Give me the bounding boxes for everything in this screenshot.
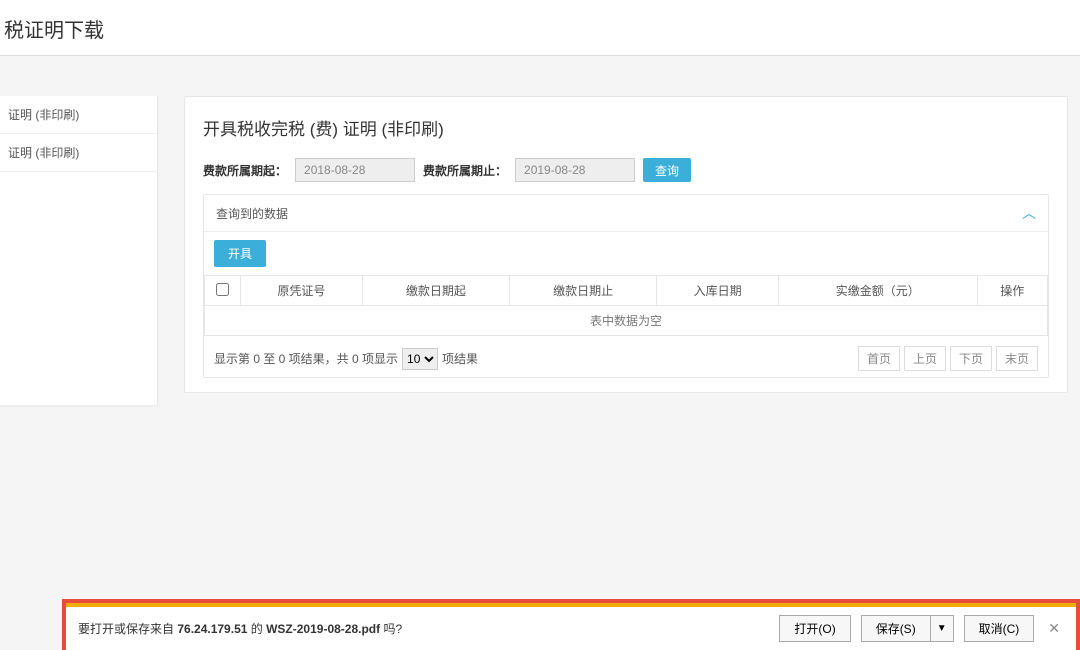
sidebar-item-cert1[interactable]: 证明 (非印刷) [0, 96, 157, 134]
from-label: 费款所属期起： [203, 162, 287, 179]
results-table: 原凭证号 缴款日期起 缴款日期止 入库日期 实缴金额（元） 操作 表中数据为空 [204, 275, 1048, 336]
pager-info-after: 项结果 [442, 350, 478, 367]
col-pay-end: 缴款日期止 [509, 276, 656, 306]
issue-button[interactable]: 开具 [214, 240, 266, 267]
panel-title: 开具税收完税 (费) 证明 (非印刷) [203, 115, 1049, 140]
caret-down-icon: ▼ [937, 623, 947, 634]
download-host: 76.24.179.51 [177, 622, 247, 636]
pager-info-before: 显示第 0 至 0 项结果，共 0 项显示 [214, 350, 398, 367]
cancel-button[interactable]: 取消(C) [964, 615, 1035, 642]
empty-row: 表中数据为空 [205, 306, 1048, 336]
save-dropdown-button[interactable]: ▼ [930, 615, 954, 642]
page-size-select[interactable]: 10 [402, 348, 438, 370]
select-all-checkbox[interactable] [216, 283, 229, 296]
col-voucher: 原凭证号 [241, 276, 363, 306]
page-title: 税证明下载 [0, 0, 1080, 56]
page-last-button[interactable]: 末页 [996, 346, 1038, 371]
main-panel: 开具税收完税 (费) 证明 (非印刷) 费款所属期起： 费款所属期止： 查询 查… [184, 96, 1068, 393]
page-prev-button[interactable]: 上页 [904, 346, 946, 371]
page-first-button[interactable]: 首页 [858, 346, 900, 371]
page-next-button[interactable]: 下页 [950, 346, 992, 371]
to-label: 费款所属期止： [423, 162, 507, 179]
sidebar-item-cert2[interactable]: 证明 (非印刷) [0, 134, 157, 172]
query-button[interactable]: 查询 [643, 158, 691, 182]
data-header-title: 查询到的数据 [216, 205, 288, 222]
from-date-input[interactable] [295, 158, 415, 182]
col-storage-date: 入库日期 [657, 276, 779, 306]
filter-bar: 费款所属期起： 费款所属期止： 查询 [203, 158, 1049, 182]
col-action: 操作 [977, 276, 1048, 306]
close-icon[interactable]: ✕ [1044, 620, 1064, 637]
download-filename: WSZ-2019-08-28.pdf [266, 622, 380, 636]
download-message: 要打开或保存来自 76.24.179.51 的 WSZ-2019-08-28.p… [78, 620, 402, 637]
save-button[interactable]: 保存(S) [861, 615, 930, 642]
pager: 显示第 0 至 0 项结果，共 0 项显示 10 项结果 首页 上页 下页 末页 [204, 336, 1048, 377]
chevron-up-icon[interactable]: ︿ [1022, 203, 1036, 223]
col-pay-start: 缴款日期起 [362, 276, 509, 306]
open-button[interactable]: 打开(O) [779, 615, 850, 642]
download-notification: 要打开或保存来自 76.24.179.51 的 WSZ-2019-08-28.p… [62, 599, 1080, 650]
sidebar: 证明 (非印刷) 证明 (非印刷) [0, 96, 158, 405]
to-date-input[interactable] [515, 158, 635, 182]
col-amount: 实缴金额（元） [778, 276, 977, 306]
data-panel: 查询到的数据 ︿ 开具 原凭证号 缴款日期起 缴款日期止 入库日期 实 [203, 194, 1049, 378]
